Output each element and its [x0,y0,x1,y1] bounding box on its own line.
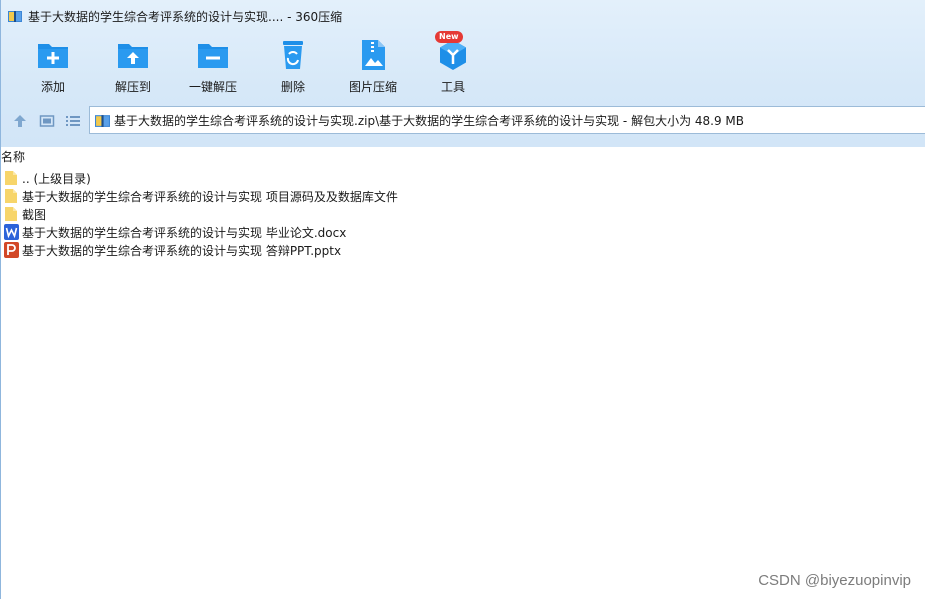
list-item-defense-pptx[interactable]: 基于大数据的学生综合考评系统的设计与实现 答辩PPT.pptx [4,241,398,259]
list-item-thesis-docx[interactable]: 基于大数据的学生综合考评系统的设计与实现 毕业论文.docx [4,223,398,241]
add-button-label: 添加 [40,80,65,94]
address-bar[interactable]: 基于大数据的学生综合考评系统的设计与实现.zip\基于大数据的学生综合考评系统的… [89,106,925,134]
folder-icon [5,189,17,203]
word-doc-icon [4,224,19,240]
file-name: 基于大数据的学生综合考评系统的设计与实现 答辩PPT.pptx [22,243,342,258]
column-header-name[interactable]: 名称 [1,148,25,164]
file-name: 基于大数据的学生综合考评系统的设计与实现 毕业论文.docx [22,225,347,240]
new-badge: New [435,31,463,43]
folder-icon [5,171,17,185]
archive-icon [95,114,110,127]
tools-cube-icon [440,40,466,70]
folder-icon [5,207,17,221]
watermark: CSDN @biyezuopinvip [758,572,911,589]
window-title: 基于大数据的学生综合考评系统的设计与实现.... - 360压缩 [28,9,343,24]
top-panel: 基于大数据的学生综合考评系统的设计与实现.... - 360压缩 添加 解压到 [0,0,925,147]
list-item-screenshots-folder[interactable]: 截图 [4,205,398,223]
tools-button-label: 工具 [440,80,465,94]
file-name: 截图 [22,207,47,222]
file-list: 名称 .. (上级目录) 基于大数据的学生综合考评系统的设计与实现 项目源码及及… [0,147,925,599]
add-folder-icon [38,44,68,68]
extract-to-button[interactable]: 解压到 [95,38,171,98]
address-path: 基于大数据的学生综合考评系统的设计与实现.zip\基于大数据的学生综合考评系统的… [114,113,745,128]
file-rows: .. (上级目录) 基于大数据的学生综合考评系统的设计与实现 项目源码及及数据库… [4,169,398,259]
up-arrow-icon[interactable] [12,113,28,129]
delete-button[interactable]: 删除 [255,38,331,98]
one-click-extract-label: 一键解压 [188,80,237,94]
navigation-row: 基于大数据的学生综合考评系统的设计与实现.zip\基于大数据的学生综合考评系统的… [1,106,925,136]
one-click-extract-icon [198,44,228,68]
title-bar: 基于大数据的学生综合考评系统的设计与实现.... - 360压缩 [8,6,342,26]
recycle-bin-icon [283,41,303,69]
thumbnail-view-icon[interactable] [39,113,55,129]
file-name: .. (上级目录) [22,171,91,186]
list-item-parent-dir[interactable]: .. (上级目录) [4,169,398,187]
extract-to-icon [118,44,148,68]
one-click-extract-button[interactable]: 一键解压 [175,38,251,98]
delete-button-label: 删除 [280,80,305,94]
image-compress-icon [362,40,385,70]
tools-button[interactable]: New 工具 [415,31,491,98]
powerpoint-icon [4,242,19,258]
file-name: 基于大数据的学生综合考评系统的设计与实现 项目源码及及数据库文件 [22,189,398,204]
image-compress-label: 图片压缩 [348,80,397,94]
extract-to-label: 解压到 [114,80,151,94]
archive-app-icon [8,11,22,22]
list-view-icon[interactable] [65,113,81,129]
add-button[interactable]: 添加 [15,38,91,98]
image-compress-button[interactable]: 图片压缩 [335,38,411,98]
list-item-source-folder[interactable]: 基于大数据的学生综合考评系统的设计与实现 项目源码及及数据库文件 [4,187,398,205]
